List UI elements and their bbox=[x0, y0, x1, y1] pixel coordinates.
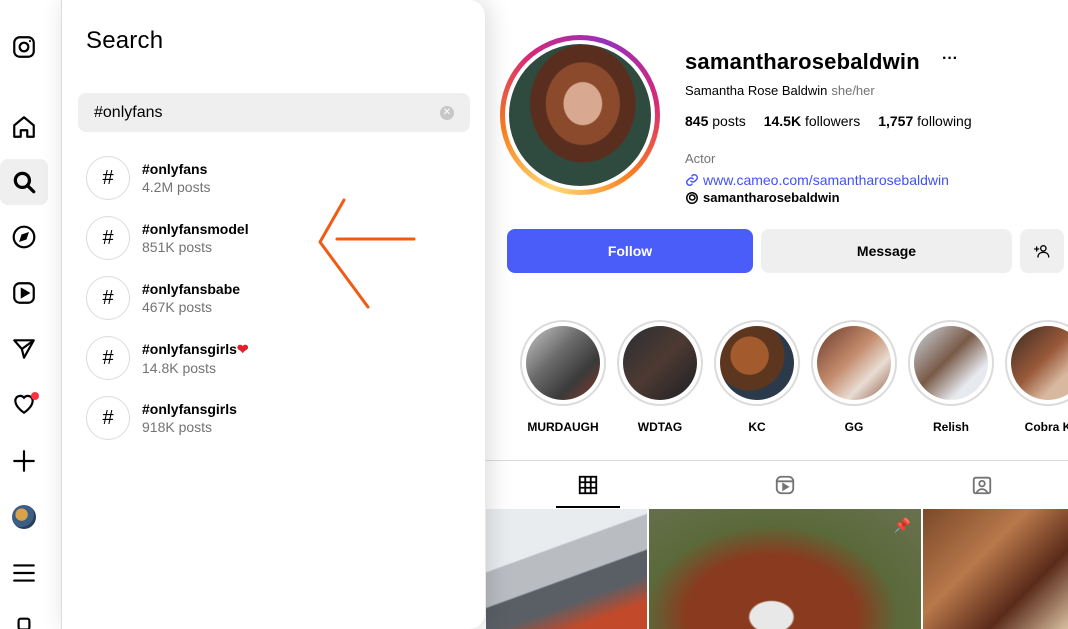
create-plus-icon[interactable] bbox=[0, 438, 48, 484]
instagram-logo-icon[interactable] bbox=[0, 24, 48, 70]
follow-button[interactable]: Follow bbox=[507, 229, 753, 273]
highlight-item[interactable]: Relish bbox=[908, 320, 994, 434]
active-tab-indicator bbox=[556, 506, 620, 508]
hashtag-post-count: 851K posts bbox=[142, 239, 213, 255]
hashtag-name: #onlyfansmodel bbox=[142, 221, 249, 237]
highlight-item[interactable]: Cobra K bbox=[1005, 320, 1068, 434]
threads-badge[interactable]: samantharosebaldwin bbox=[685, 190, 840, 205]
clear-search-icon[interactable]: ✕ bbox=[440, 105, 454, 120]
notifications-heart-icon[interactable] bbox=[0, 381, 48, 427]
profile-username: samantharosebaldwin bbox=[685, 49, 920, 74]
hashtag-icon: # bbox=[86, 216, 130, 260]
highlight-label: Cobra K bbox=[1024, 420, 1068, 434]
following-stat[interactable]: 1,757 following bbox=[878, 113, 971, 129]
posts-grid-icon bbox=[578, 475, 598, 495]
tab-posts[interactable] bbox=[556, 461, 620, 509]
reels-icon[interactable] bbox=[0, 270, 48, 316]
hashtag-icon: # bbox=[86, 336, 130, 380]
left-nav-rail bbox=[0, 0, 62, 629]
pronouns: she/her bbox=[831, 83, 875, 98]
more-menu-icon[interactable] bbox=[0, 550, 48, 596]
hashtag-name: #onlyfans bbox=[142, 161, 208, 177]
messages-send-icon[interactable] bbox=[0, 326, 48, 372]
search-box[interactable]: ✕ bbox=[78, 93, 470, 132]
heart-emoji-icon: ❤ bbox=[236, 340, 249, 357]
message-button[interactable]: Message bbox=[761, 229, 1012, 273]
link-text: www.cameo.com/samantharosebaldwin bbox=[703, 172, 949, 188]
profile-avatar[interactable] bbox=[0, 494, 48, 540]
hashtag-post-count: 918K posts bbox=[142, 419, 213, 435]
post-thumbnail[interactable] bbox=[923, 509, 1068, 629]
profile-main: samantharosebaldwin ··· Samantha Rose Ba… bbox=[486, 0, 1068, 629]
posts-stat: 845 posts bbox=[685, 113, 746, 129]
add-user-icon bbox=[1034, 245, 1050, 258]
search-input[interactable] bbox=[94, 103, 440, 122]
highlight-item[interactable]: MURDAUGH bbox=[520, 320, 606, 434]
hashtag-icon: # bbox=[86, 276, 130, 320]
highlight-item[interactable]: WDTAG bbox=[617, 320, 703, 434]
suggest-users-button[interactable] bbox=[1020, 229, 1064, 273]
profile-stats: 845 posts 14.5K followers 1,757 followin… bbox=[685, 113, 972, 129]
profile-category: Actor bbox=[685, 151, 716, 166]
story-highlights: MURDAUGH WDTAG KC GG Relish Cobra K bbox=[520, 320, 1068, 440]
followers-stat[interactable]: 14.5K followers bbox=[764, 113, 861, 129]
highlight-item[interactable]: KC bbox=[714, 320, 800, 434]
notification-dot bbox=[31, 392, 39, 400]
threads-small-icon[interactable] bbox=[0, 600, 48, 629]
highlight-label: WDTAG bbox=[637, 420, 683, 434]
avatar bbox=[12, 505, 36, 529]
post-thumbnail[interactable]: 📌 bbox=[649, 509, 921, 629]
highlight-label: Relish bbox=[932, 420, 969, 434]
threads-handle: samantharosebaldwin bbox=[703, 190, 840, 205]
search-result-onlyfansgirls-heart[interactable]: # #onlyfansgirls❤ 14.8K posts bbox=[86, 328, 466, 388]
hashtag-name: #onlyfansgirls bbox=[142, 401, 237, 417]
search-panel: Search ✕ # #onlyfans 4.2M posts # #onlyf… bbox=[61, 0, 485, 629]
threads-icon bbox=[686, 191, 698, 204]
more-options-icon[interactable]: ··· bbox=[942, 50, 958, 68]
hashtag-icon: # bbox=[86, 156, 130, 200]
tab-tagged[interactable] bbox=[950, 461, 1014, 509]
reels-tab-icon bbox=[775, 475, 795, 495]
tagged-icon bbox=[972, 476, 992, 495]
highlight-label: KC bbox=[748, 420, 766, 434]
hashtag-icon: # bbox=[86, 396, 130, 440]
hashtag-name: #onlyfansbabe bbox=[142, 281, 241, 297]
profile-avatar-story-ring[interactable] bbox=[500, 35, 660, 195]
highlight-item[interactable]: GG bbox=[811, 320, 897, 434]
profile-full-name: Samantha Rose Baldwin she/her bbox=[685, 83, 875, 98]
profile-website-link[interactable]: www.cameo.com/samantharosebaldwin bbox=[685, 172, 949, 188]
full-name-text: Samantha Rose Baldwin bbox=[685, 83, 828, 98]
search-icon[interactable] bbox=[0, 159, 48, 205]
hashtag-name: #onlyfansgirls❤ bbox=[142, 341, 249, 358]
search-panel-title: Search bbox=[86, 27, 164, 54]
explore-compass-icon[interactable] bbox=[0, 214, 48, 260]
hashtag-post-count: 467K posts bbox=[142, 299, 213, 315]
tab-reels[interactable] bbox=[753, 461, 817, 509]
annotation-arrow bbox=[318, 198, 416, 309]
profile-photo bbox=[509, 44, 651, 186]
posts-grid: 📌 bbox=[486, 509, 1068, 629]
link-icon bbox=[686, 174, 698, 186]
highlight-label: GG bbox=[844, 420, 864, 434]
search-result-onlyfansgirls[interactable]: # #onlyfansgirls 918K posts bbox=[86, 388, 466, 448]
home-icon[interactable] bbox=[0, 104, 48, 150]
profile-tabs bbox=[486, 460, 1068, 508]
pinned-icon: 📌 bbox=[893, 517, 911, 533]
post-thumbnail[interactable] bbox=[486, 509, 647, 629]
highlight-label: MURDAUGH bbox=[527, 420, 599, 434]
hashtag-text: #onlyfansgirls bbox=[142, 340, 237, 357]
hashtag-post-count: 14.8K posts bbox=[142, 359, 216, 376]
hashtag-post-count: 4.2M posts bbox=[142, 179, 211, 195]
